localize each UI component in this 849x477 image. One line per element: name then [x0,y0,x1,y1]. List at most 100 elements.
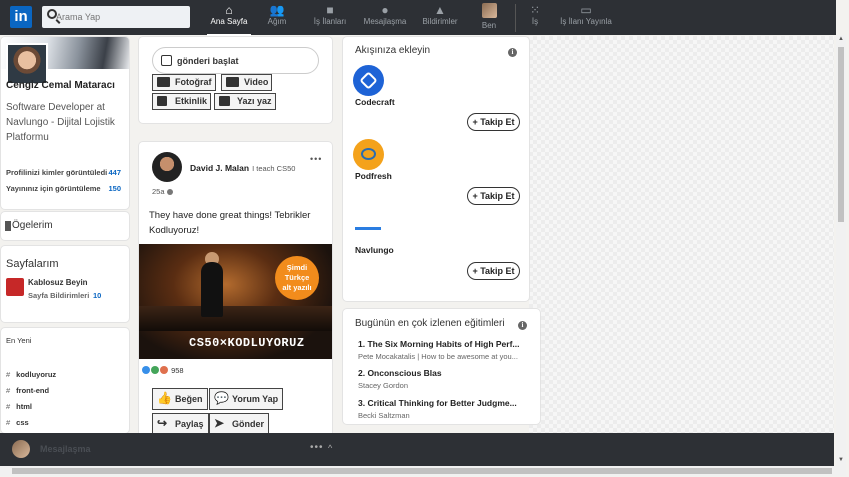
scroll-up-icon[interactable]: ▲ [838,36,844,42]
profile-stat-post-views[interactable]: Yayınınız için görüntüleme 150 [6,184,121,193]
nav-jobs[interactable]: ■ İş İlanları [310,3,350,33]
start-post-button[interactable]: gönderi başlat [152,47,319,74]
page-notif-count: 10 [93,291,102,300]
article-label: Yazı yaz [237,96,272,106]
course-author: Becki Saltzman [358,411,410,420]
profile-name[interactable]: Cengiz Cemal Mataracı [6,80,115,91]
background-area [529,36,834,466]
search-input[interactable] [56,8,186,26]
messaging-label: Mesajlaşma [40,444,91,454]
vertical-scrollbar[interactable]: ▲ ▼ [836,35,846,467]
profile-stat-viewers[interactable]: Profilinizi kimler görüntüledi 447 [6,168,121,177]
info-icon[interactable]: i [508,48,517,57]
photo-button[interactable]: Fotoğraf [152,74,216,91]
course-item[interactable]: 3. Critical Thinking for Better Judgme..… [358,398,536,420]
post-menu-button[interactable]: ••• [310,154,322,164]
like-reaction-icon [142,366,150,374]
share-icon: ↪ [157,416,168,430]
hashtag-label: html [16,402,33,411]
company-name[interactable]: Podfresh [355,171,392,181]
video-label: Video [244,77,269,87]
profile-headline: Software Developer at Navlungo - Dijital… [6,102,115,143]
speaker-graphic [201,262,223,317]
course-author: Stacey Gordon [358,381,409,390]
nav-notifications-label: Bildirimler [422,17,458,26]
podfresh-logo[interactable] [353,139,384,170]
info-icon[interactable]: i [518,321,527,330]
nav-network[interactable]: 👥 Ağım [262,3,292,33]
grid-icon: ⁙ [529,3,541,17]
event-button[interactable]: Etkinlik [152,93,212,110]
nav-messaging-label: Mesajlaşma [363,17,407,26]
event-label: Etkinlik [175,96,208,106]
messaging-bar[interactable]: Mesajlaşma ••• ^ [0,433,834,466]
nav-network-label: Ağım [267,17,287,26]
course-item[interactable]: 2. Onconscious Blas Stacey Gordon [358,368,536,390]
article-button[interactable]: Yazı yaz [214,93,276,110]
hexagon-icon [359,71,378,90]
scrollbar-thumb[interactable] [838,47,844,222]
hashtag-item[interactable]: # html [6,402,32,411]
saved-items-card[interactable]: Ögelerim [1,212,129,240]
like-button[interactable]: 👍 Beğen [152,388,208,410]
page-logo [6,278,24,296]
send-button[interactable]: ➤ Gönder [209,413,270,435]
badge-line: alt yazılı [282,283,312,292]
image-caption: CS50×KODLUYORUZ [189,336,305,350]
hashtag-item[interactable]: # front-end [6,386,49,395]
post-author[interactable]: David J. Malan I teach CS50 [190,163,295,173]
chat-icon: ● [381,3,389,17]
nav-jobs-label: İş İlanları [313,17,347,26]
photo-label: Fotoğraf [175,77,212,87]
share-label: Paylaş [175,419,204,429]
video-button[interactable]: Video [221,74,273,91]
post-timestamp: 25a [152,187,173,196]
codecraft-logo[interactable] [353,65,384,96]
post-author-subtitle: I teach CS50 [252,164,296,173]
comment-button[interactable]: 💬 Yorum Yap [209,388,284,410]
linkedin-logo[interactable]: in [10,6,32,28]
share-button[interactable]: ↪ Paylaş [152,413,209,435]
search-box[interactable] [42,6,190,28]
nav-notifications[interactable]: ▲ Bildirimler [418,3,462,33]
article-icon [219,96,230,106]
post-image[interactable]: Şimdi Türkçe alt yazılı CS50×KODLUYORUZ [139,244,332,359]
nav-post-job[interactable]: ▭ İş İlanı Yayınla [556,3,616,33]
horizontal-scrollbar[interactable] [0,466,846,476]
nav-work[interactable]: ⁙ İş [528,3,542,33]
stat-label: Profilinizi kimler görüntüledi [6,168,108,177]
follow-button[interactable]: + Takip Et [467,262,520,280]
avatar [12,440,30,458]
company-name[interactable]: Codecraft [355,97,395,107]
briefcase-icon: ■ [326,3,334,17]
company-name[interactable]: Navlungo [355,245,394,255]
nav-messaging[interactable]: ● Mesajlaşma [360,3,410,33]
nav-work-label: İş [531,17,539,26]
trending-courses: Bugünün en çok izlenen eğitimleri i 1. T… [343,309,540,424]
course-item[interactable]: 1. The Six Morning Habits of High Perf..… [358,339,536,361]
hashtag-item[interactable]: # css [6,418,29,427]
recent-title: En Yeni [6,336,32,345]
navlungo-wordmark-icon [355,227,381,230]
stat-label: Yayınınız için görüntüleme [6,184,101,193]
follow-button[interactable]: + Takip Et [467,113,520,131]
network-icon: 👥 [269,3,285,17]
feed-post: David J. Malan I teach CS50 ••• 25a They … [139,142,332,442]
like-label: Beğen [175,394,203,404]
nav-me[interactable]: Ben [478,3,500,33]
post-author-avatar[interactable] [152,152,182,182]
like-icon: 👍 [157,391,172,405]
follow-button[interactable]: + Takip Et [467,187,520,205]
hashtag-item[interactable]: # kodluyoruz [6,370,56,379]
calendar-icon [157,96,167,106]
reactions-summary[interactable]: 958 [142,366,184,375]
scroll-down-icon[interactable]: ▼ [838,457,844,463]
chevron-up-icon[interactable]: ^ [328,443,332,453]
scrollbar-thumb[interactable] [12,468,832,474]
nav-home[interactable]: ⌂ Ana Sayfa [207,3,251,36]
navlungo-logo[interactable] [353,214,384,245]
profile-photo[interactable] [6,43,48,85]
messaging-options-button[interactable]: ••• [310,442,324,453]
share-box: gönderi başlat Fotoğraf Video Etkinlik Y… [139,37,332,123]
send-label: Gönder [232,419,265,429]
